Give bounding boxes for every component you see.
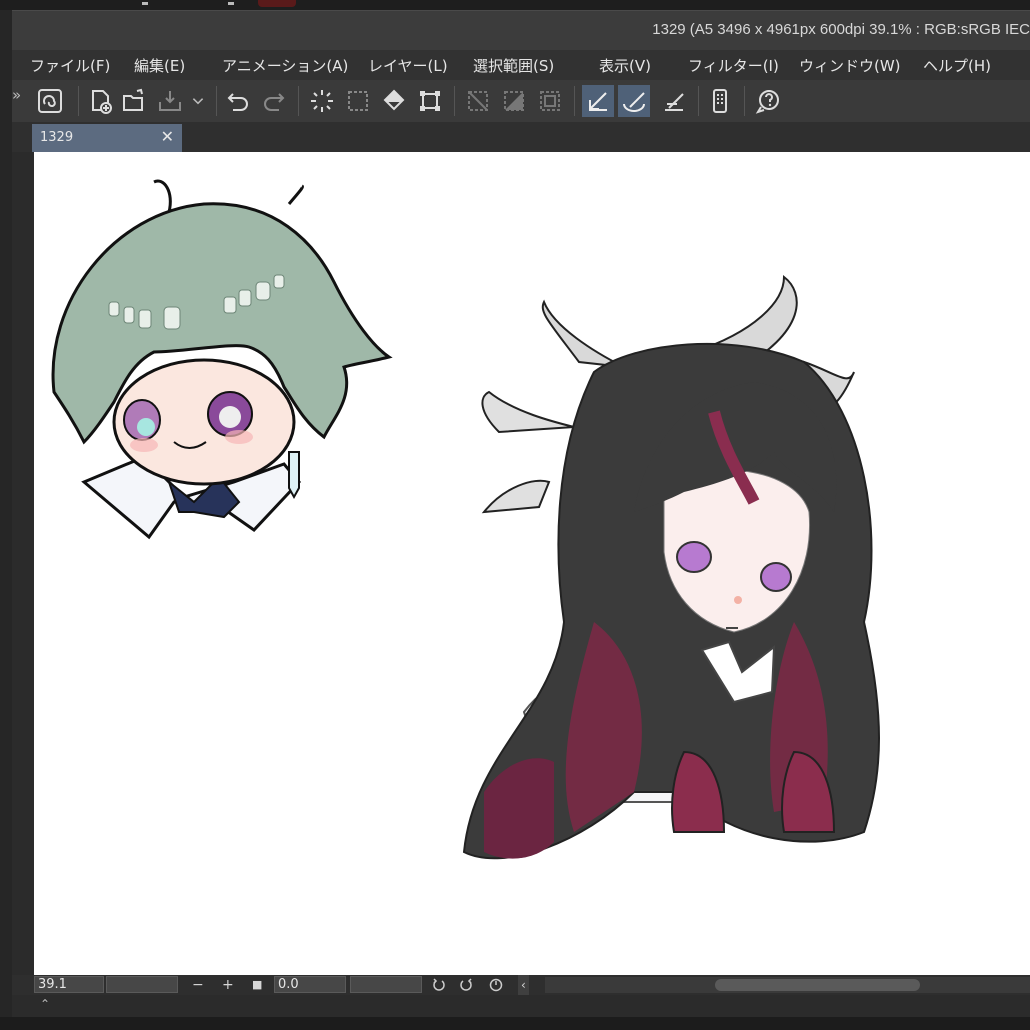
menu-file[interactable]: ファイル(F): [30, 55, 110, 76]
redo-icon[interactable]: [258, 85, 290, 117]
left-edge-bar: [0, 10, 12, 1030]
menu-selection[interactable]: 選択範囲(S): [473, 55, 554, 76]
toolbar-separator: [744, 86, 745, 116]
window-title: 1329 (A5 3496 x 4961px 600dpi 39.1% : RG…: [652, 21, 1030, 38]
title-bar: 1329 (A5 3496 x 4961px 600dpi 39.1% : RG…: [12, 10, 1030, 51]
fit-view-button[interactable]: ■: [252, 975, 262, 995]
busy-spinner-icon[interactable]: [306, 85, 338, 117]
scroll-left-button[interactable]: ‹: [518, 975, 529, 995]
fill-icon[interactable]: [378, 85, 410, 117]
menu-help[interactable]: ヘルプ(H): [923, 55, 991, 76]
dark-haired-girl: [462, 274, 880, 860]
document-tab-label: 1329: [40, 130, 74, 145]
new-file-icon[interactable]: [85, 85, 117, 117]
help-icon[interactable]: [752, 85, 784, 117]
scrollbar-thumb[interactable]: [715, 979, 920, 991]
menu-layer[interactable]: レイヤー(L): [368, 55, 448, 76]
toolbar-separator: [698, 86, 699, 116]
toolbar-separator: [454, 86, 455, 116]
taskbar-strip: [0, 1017, 1030, 1030]
select-all-icon[interactable]: [342, 85, 374, 117]
toolbar-separator: [298, 86, 299, 116]
canvas-artwork: [51, 179, 880, 860]
undo-icon[interactable]: [222, 85, 254, 117]
zoom-in-button[interactable]: +: [222, 975, 234, 995]
zoom-slider[interactable]: [106, 976, 178, 993]
snap-special-ruler-icon[interactable]: [618, 85, 650, 117]
deselect-icon[interactable]: [462, 85, 494, 117]
command-bar: »: [12, 80, 1030, 122]
document-tab[interactable]: 1329 ✕: [32, 124, 182, 152]
drawing-canvas[interactable]: [34, 152, 1030, 975]
record-indicator: [258, 0, 296, 7]
close-tab-icon[interactable]: ✕: [161, 127, 174, 146]
status-bar: 39.1 − + ■ 0.0 ‹: [12, 975, 1030, 995]
rotation-field[interactable]: 0.0: [274, 976, 346, 993]
rotation-slider[interactable]: [350, 976, 422, 993]
zoom-field[interactable]: 39.1: [34, 976, 104, 993]
toolbar-separator: [216, 86, 217, 116]
import-icon[interactable]: [154, 85, 186, 117]
zoom-out-button[interactable]: −: [192, 975, 204, 995]
expand-panels-icon[interactable]: »: [12, 86, 21, 104]
menu-bar: ファイル(F) 編集(E) アニメーション(A) レイヤー(L) 選択範囲(S)…: [12, 50, 1030, 80]
top-strip: [0, 0, 1030, 10]
expand-bottom-panel-icon[interactable]: ⌃: [40, 997, 50, 1011]
toolbar-separator: [78, 86, 79, 116]
clip-studio-icon[interactable]: [34, 85, 66, 117]
menu-filter[interactable]: フィルター(I): [688, 55, 779, 76]
horizontal-scrollbar[interactable]: [545, 977, 1030, 993]
transform-icon[interactable]: [414, 85, 446, 117]
green-haired-chibi: [51, 179, 393, 540]
snap-ruler-icon[interactable]: [582, 85, 614, 117]
toolbar-separator: [574, 86, 575, 116]
menu-view[interactable]: 表示(V): [599, 55, 651, 76]
chevron-down-icon[interactable]: [188, 85, 208, 117]
menu-animation[interactable]: アニメーション(A): [222, 55, 348, 76]
bottom-panel-bar: ⌃: [12, 995, 1030, 1017]
top-strip-mark: [228, 2, 234, 5]
top-strip-mark: [142, 2, 148, 5]
menu-window[interactable]: ウィンドウ(W): [799, 55, 901, 76]
document-tab-bar: 1329 ✕: [12, 122, 1030, 152]
invert-selection-icon[interactable]: [498, 85, 530, 117]
open-folder-icon[interactable]: [118, 85, 150, 117]
smartphone-icon[interactable]: [704, 85, 736, 117]
selection-border-icon[interactable]: [534, 85, 566, 117]
snap-grid-icon[interactable]: [658, 85, 690, 117]
menu-edit[interactable]: 編集(E): [134, 55, 185, 76]
